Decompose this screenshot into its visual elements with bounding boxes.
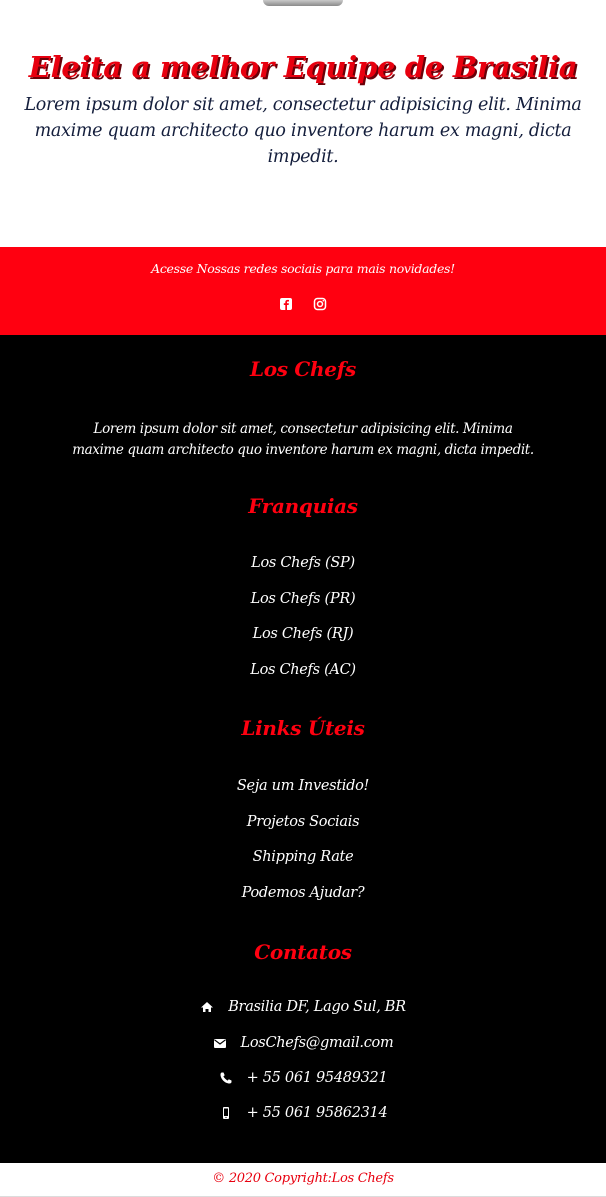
hero-image (263, 0, 343, 6)
home-icon (200, 1000, 214, 1014)
contact-mobile: + 55 061 95862314 (0, 1105, 606, 1121)
hero-title: Eleita a melhor Equipe de Brasilia (28, 50, 578, 84)
hero-section: Eleita a melhor Equipe de Brasilia Lorem… (0, 0, 606, 247)
useful-link[interactable]: Shipping Rate (0, 849, 606, 865)
copyright: © 2020 Copyright:Los Chefs (0, 1163, 606, 1197)
franquia-link[interactable]: Los Chefs (PR) (0, 591, 606, 607)
contact-phone-text[interactable]: + 55 061 95489321 (247, 1070, 388, 1086)
useful-link[interactable]: Projetos Sociais (0, 814, 606, 830)
contact-phone: + 55 061 95489321 (0, 1070, 606, 1086)
social-text: Acesse Nossas redes sociais para mais no… (151, 261, 455, 276)
social-bar: Acesse Nossas redes sociais para mais no… (0, 247, 606, 335)
franquia-link[interactable]: Los Chefs (AC) (0, 662, 606, 678)
mobile-icon (219, 1106, 233, 1120)
franquias-heading: Franquias (248, 494, 358, 518)
contact-email-text[interactable]: LosChefs@gmail.com (241, 1035, 394, 1051)
phone-icon (219, 1071, 233, 1085)
contact-address-text: Brasilia DF, Lago Sul, BR (228, 999, 406, 1015)
contatos-heading: Contatos (254, 940, 352, 964)
useful-link[interactable]: Seja um Investido! (0, 778, 606, 794)
envelope-icon (213, 1036, 227, 1050)
franquia-link[interactable]: Los Chefs (SP) (0, 555, 606, 571)
useful-link[interactable]: Podemos Ajudar? (0, 885, 606, 901)
footer: Los Chefs Lorem ipsum dolor sit amet, co… (0, 335, 606, 1163)
social-icons (0, 296, 606, 311)
instagram-icon[interactable] (313, 296, 327, 311)
about-heading: Los Chefs (250, 357, 356, 381)
contact-mobile-text[interactable]: + 55 061 95862314 (247, 1105, 388, 1121)
franquia-link[interactable]: Los Chefs (RJ) (0, 626, 606, 642)
about-text: Lorem ipsum dolor sit amet, consectetur … (72, 421, 534, 458)
contact-address: Brasilia DF, Lago Sul, BR (0, 999, 606, 1015)
hero-text: Lorem ipsum dolor sit amet, consectetur … (24, 95, 582, 167)
contact-email: LosChefs@gmail.com (0, 1035, 606, 1051)
facebook-icon[interactable] (279, 296, 293, 310)
links-heading: Links Úteis (241, 716, 365, 740)
